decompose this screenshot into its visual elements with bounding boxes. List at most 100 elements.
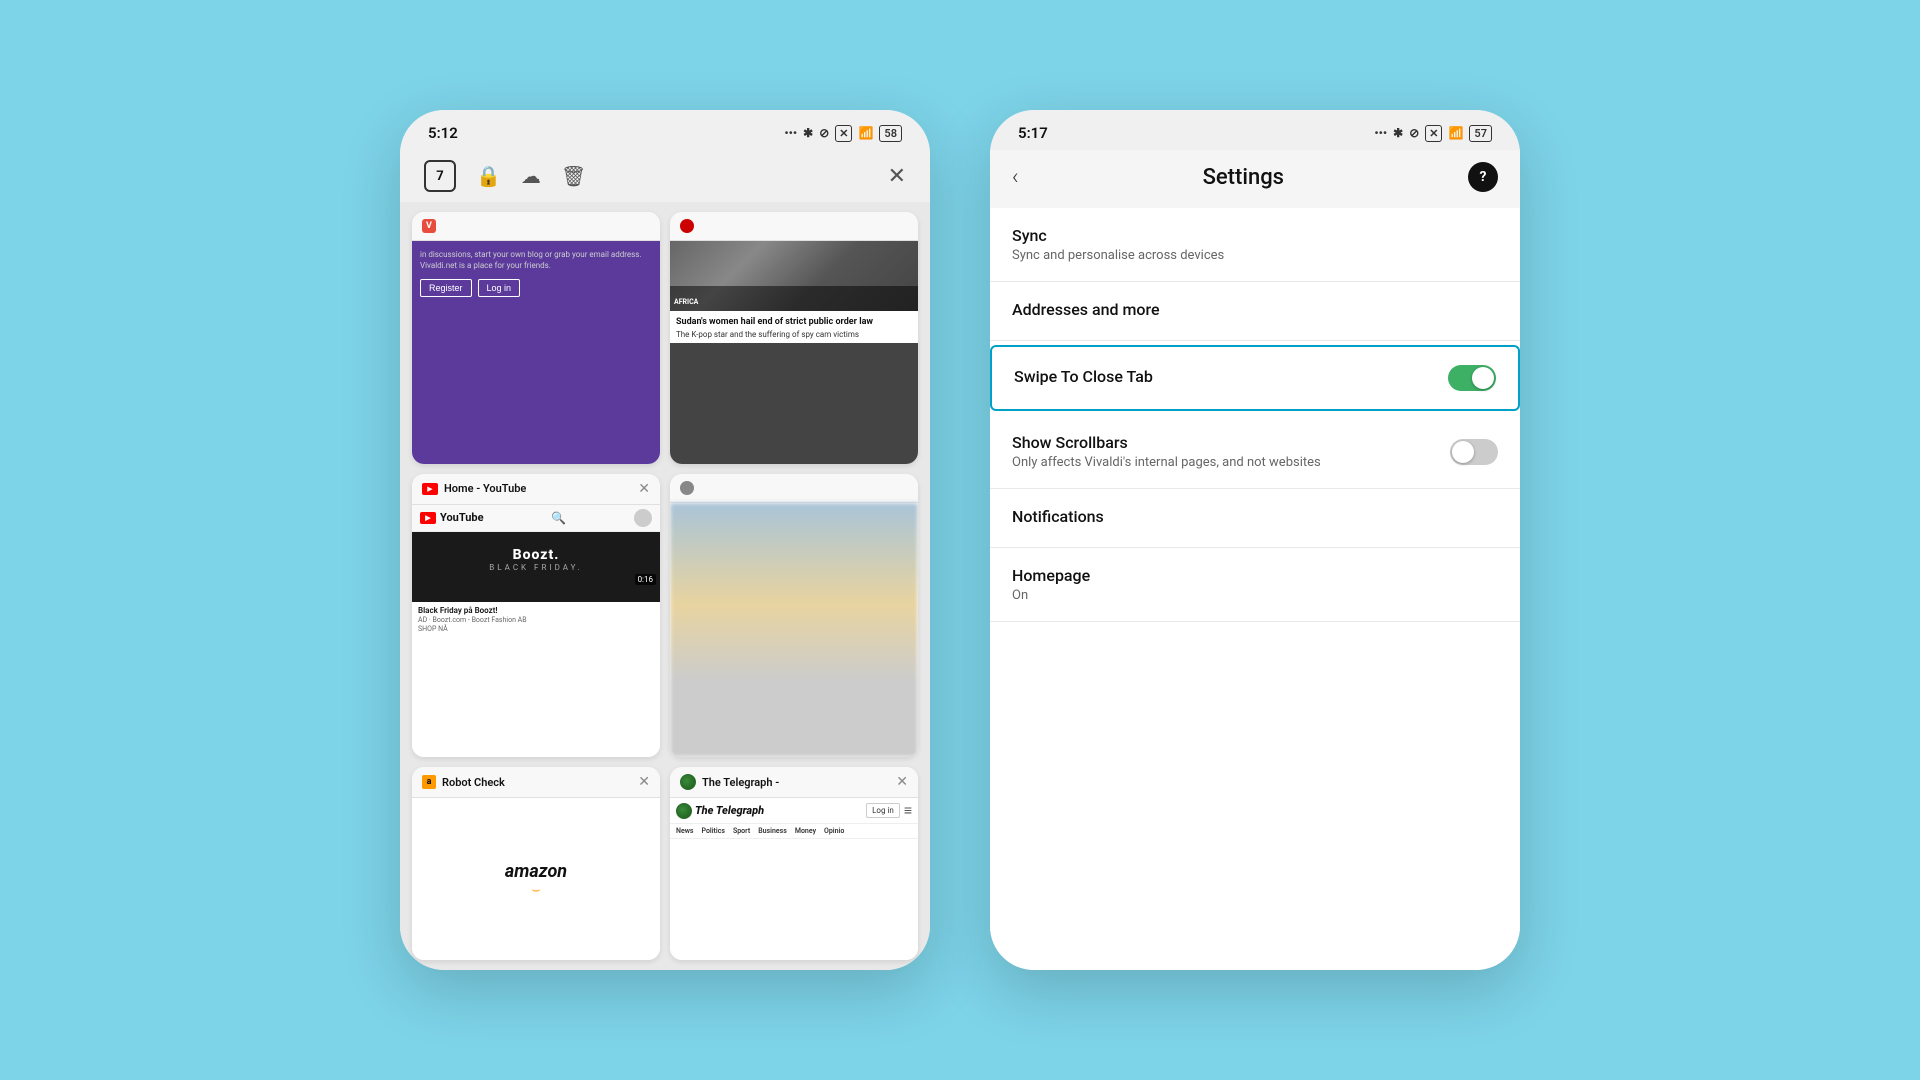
telegraph-header: The Telegraph Log in ≡ [670, 798, 918, 824]
wifi-icon: 📶 [858, 126, 873, 140]
battery-indicator: 57 [1469, 125, 1492, 142]
settings-item-text: Homepage On [1012, 566, 1498, 603]
tab-header [670, 212, 918, 241]
left-phone: 5:12 ••• ✱ ⊘ ✕ 📶 58 7 🔒 ☁ 🗑 ✕ V [400, 110, 930, 970]
settings-item-text: Addresses and more [1012, 300, 1498, 322]
help-button[interactable]: ? [1468, 162, 1498, 192]
settings-item-title: Notifications [1012, 507, 1498, 526]
tab-title: The Telegraph - [702, 776, 779, 789]
back-button[interactable]: ‹ [1012, 165, 1019, 190]
tab-header: V [412, 212, 660, 241]
amazon-favicon: a [422, 775, 436, 789]
youtube-logo: YouTube [420, 511, 484, 524]
tab-card[interactable]: a Robot Check ✕ amazon ⌣ [412, 767, 660, 960]
toggle-thumb [1452, 441, 1474, 463]
sync-cloud-icon[interactable]: ☁ [521, 164, 541, 188]
telegraph-globe-icon [676, 803, 692, 819]
close-tab-button[interactable]: ✕ [638, 774, 650, 790]
youtube-tab-preview: YouTube 🔍 Boozt. BLACK FRIDAY. 0:16 Blac… [412, 505, 660, 758]
toggle-thumb [1472, 367, 1494, 389]
telegraph-menu-icon[interactable]: ≡ [904, 802, 912, 819]
amazon-tab-preview: amazon ⌣ [412, 798, 660, 960]
telegraph-favicon [680, 774, 696, 790]
news-headline: Sudan's women hail end of strict public … [670, 311, 918, 330]
youtube-favicon [422, 483, 438, 495]
register-button[interactable]: Register [420, 279, 472, 297]
settings-item-sync[interactable]: Sync Sync and personalise across devices [990, 208, 1520, 282]
dots-icon: ••• [784, 126, 797, 140]
boozt-logo: Boozt. [513, 547, 560, 563]
news-subheadline: The K-pop star and the suffering of spy … [670, 330, 918, 343]
bluetooth-icon: ✱ [1393, 126, 1403, 140]
right-phone: 5:17 ••• ✱ ⊘ ✕ 📶 57 ‹ Settings ? Sync Sy… [990, 110, 1520, 970]
settings-item-notifications[interactable]: Notifications [990, 489, 1520, 548]
vivaldi-text: in discussions, start your own blog or g… [420, 249, 652, 271]
private-tab-icon[interactable]: 🔒 [476, 164, 501, 188]
amazon-arrow: ⌣ [531, 882, 540, 898]
settings-item-scrollbars[interactable]: Show Scrollbars Only affects Vivaldi's i… [990, 415, 1520, 489]
news-favicon [680, 219, 694, 233]
youtube-bar: YouTube 🔍 [412, 505, 660, 532]
settings-item-text: Swipe To Close Tab [1014, 367, 1448, 389]
scrollbars-toggle[interactable] [1450, 439, 1498, 465]
left-status-bar: 5:12 ••• ✱ ⊘ ✕ 📶 58 [400, 110, 930, 150]
tab-card[interactable] [670, 474, 918, 758]
bluetooth-icon: ✱ [803, 126, 813, 140]
close-tabs-button[interactable]: ✕ [888, 164, 906, 189]
news-image: AFRICA [670, 241, 918, 311]
left-status-icons: ••• ✱ ⊘ ✕ 📶 58 [784, 125, 902, 142]
telegraph-nav-item: News [676, 827, 694, 835]
youtube-label: YouTube [440, 511, 484, 524]
login-button[interactable]: Log in [478, 279, 521, 297]
settings-item-title: Show Scrollbars [1012, 433, 1450, 452]
tab-header: Home - YouTube ✕ [412, 474, 660, 505]
yt-shop-now: SHOP NÅ [418, 625, 654, 633]
amazon-logo: amazon [505, 861, 567, 882]
tab-header: The Telegraph - ✕ [670, 767, 918, 798]
yt-video-title: Black Friday på Boozt! [418, 606, 654, 615]
news-tag: AFRICA [674, 298, 698, 306]
news-tag-overlay: AFRICA [670, 286, 918, 311]
telegraph-name: The Telegraph [695, 804, 764, 817]
dots-icon: ••• [1374, 126, 1387, 140]
trash-icon[interactable]: 🗑 [561, 164, 586, 188]
settings-item-homepage[interactable]: Homepage On [990, 548, 1520, 622]
settings-item-subtitle: Sync and personalise across devices [1012, 248, 1498, 263]
vivaldi-buttons: Register Log in [420, 279, 652, 297]
settings-title: Settings [1203, 165, 1284, 190]
yt-avatar[interactable] [634, 509, 652, 527]
tab-card[interactable]: AFRICA Sudan's women hail end of strict … [670, 212, 918, 464]
close-tab-button[interactable]: ✕ [896, 774, 908, 790]
left-time: 5:12 [428, 124, 458, 142]
generic-favicon [680, 481, 694, 495]
settings-item-title: Sync [1012, 226, 1498, 245]
tabs-toolbar: 7 🔒 ☁ 🗑 ✕ [400, 150, 930, 202]
tab-count-badge[interactable]: 7 [424, 160, 456, 192]
vivaldi-favicon: V [422, 219, 436, 233]
settings-item-title: Swipe To Close Tab [1014, 367, 1448, 386]
swipe-close-toggle[interactable] [1448, 365, 1496, 391]
tab-card[interactable]: V in discussions, start your own blog or… [412, 212, 660, 464]
telegraph-nav: News Politics Sport Business Money Opini… [670, 824, 918, 839]
settings-item-title: Homepage [1012, 566, 1498, 585]
mute-icon: ⊘ [1409, 126, 1419, 140]
right-status-bar: 5:17 ••• ✱ ⊘ ✕ 📶 57 [990, 110, 1520, 150]
right-status-icons: ••• ✱ ⊘ ✕ 📶 57 [1374, 125, 1492, 142]
close-tab-button[interactable]: ✕ [638, 481, 650, 497]
vivaldi-tab-preview: in discussions, start your own blog or g… [412, 241, 660, 464]
yt-search-icon[interactable]: 🔍 [551, 511, 566, 525]
boozt-sub: BLACK FRIDAY. [489, 563, 582, 572]
settings-item-subtitle: On [1012, 588, 1498, 603]
screen-record-icon: ✕ [1425, 125, 1442, 142]
telegraph-tab-preview: The Telegraph Log in ≡ News Politics Spo… [670, 798, 918, 960]
yt-channel: AD · Boozt.com - Boozt Fashion AB [418, 616, 654, 624]
tab-title: Home - YouTube [444, 482, 526, 495]
wifi-icon: 📶 [1448, 126, 1463, 140]
tab-card[interactable]: Home - YouTube ✕ YouTube 🔍 Boozt. BLACK … [412, 474, 660, 758]
tab-header: a Robot Check ✕ [412, 767, 660, 798]
telegraph-nav-item: Politics [702, 827, 725, 835]
telegraph-login[interactable]: Log in [866, 803, 900, 818]
tab-card[interactable]: The Telegraph - ✕ The Telegraph Log in ≡ [670, 767, 918, 960]
settings-item-addresses[interactable]: Addresses and more [990, 282, 1520, 341]
settings-item-swipe-close[interactable]: Swipe To Close Tab [990, 345, 1520, 411]
